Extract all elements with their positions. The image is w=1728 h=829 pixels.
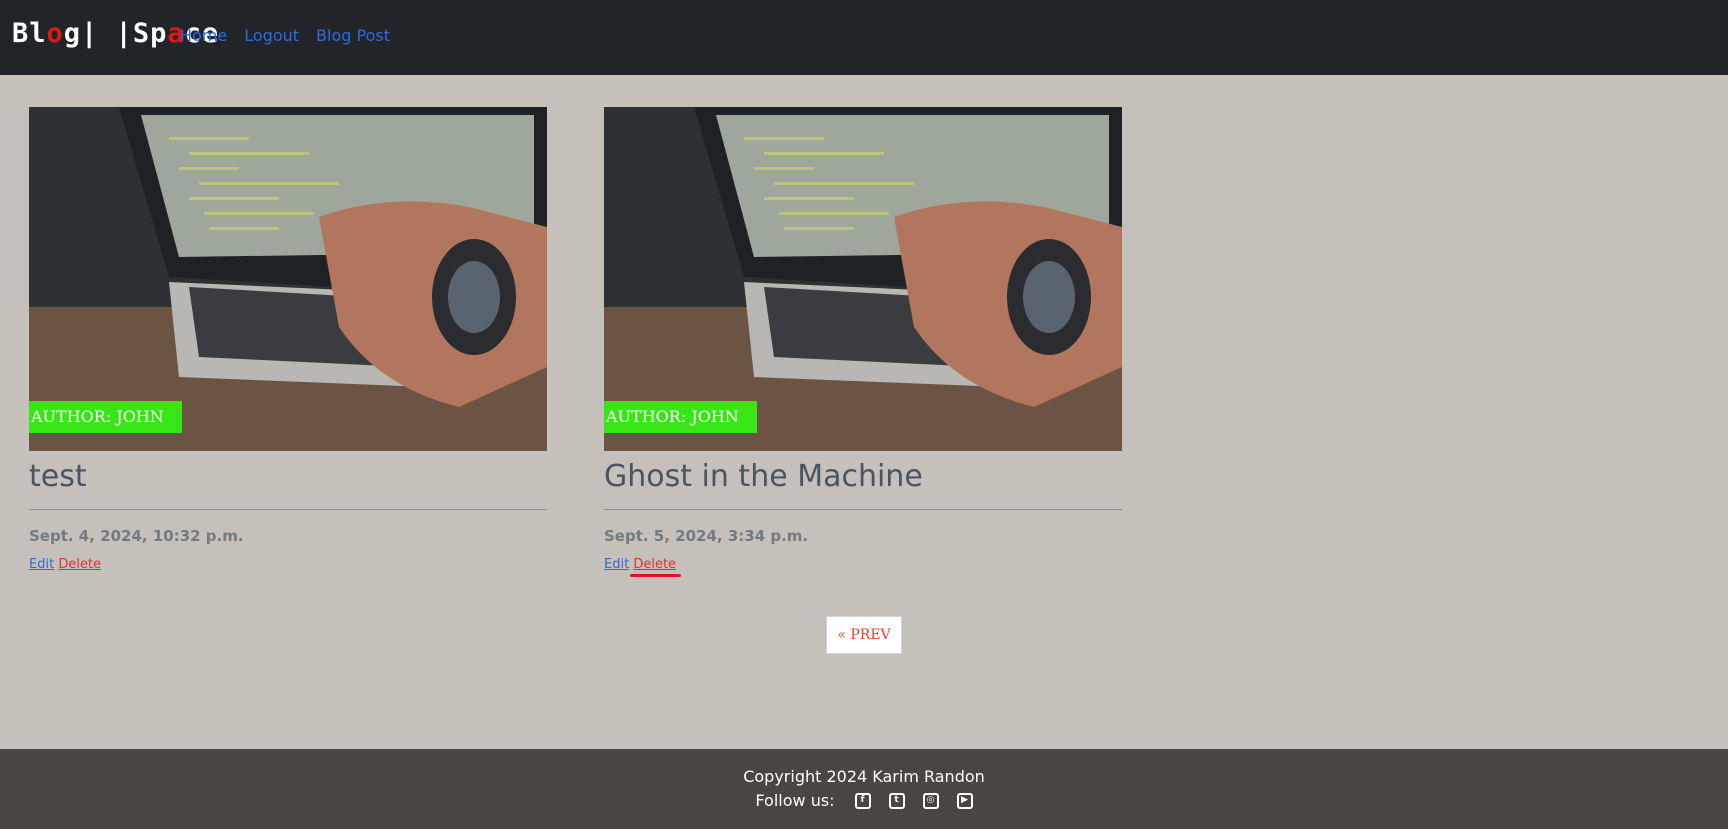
post-title[interactable]: Ghost in the Machine — [604, 455, 1122, 499]
delete-link[interactable]: Delete — [630, 557, 682, 577]
divider — [604, 509, 1122, 510]
post-actions: Edit Delete — [29, 557, 547, 572]
post-date: Sept. 5, 2024, 3:34 p.m. — [604, 527, 809, 545]
edit-link[interactable]: Edit — [604, 557, 629, 572]
post-card: AUTHOR: JOHN test Sept. 4, 2024, 10:32 p… — [29, 107, 547, 572]
nav-home-link[interactable]: Home — [180, 26, 227, 45]
post-title[interactable]: test — [29, 455, 547, 499]
instagram-icon[interactable]: ◎ — [922, 792, 939, 809]
divider — [29, 509, 547, 510]
twitter-icon[interactable]: t — [888, 792, 905, 809]
edit-link[interactable]: Edit — [29, 557, 54, 572]
facebook-icon[interactable]: f — [854, 792, 871, 809]
post-date: Sept. 4, 2024, 10:32 p.m. — [29, 527, 244, 545]
author-badge: AUTHOR: JOHN — [604, 401, 757, 433]
delete-underline-mark — [630, 574, 682, 577]
author-badge: AUTHOR: JOHN — [29, 401, 182, 433]
post-image[interactable]: AUTHOR: JOHN — [604, 107, 1122, 451]
nav-logout-link[interactable]: Logout — [244, 26, 299, 45]
footer: Copyright 2024 Karim Randon Follow us: f… — [0, 749, 1728, 829]
follow-label: Follow us: — [755, 791, 835, 810]
social-links: Follow us: f t ◎ ▶ — [0, 791, 1728, 810]
copyright-text: Copyright 2024 Karim Randon — [743, 767, 985, 786]
post-actions: Edit Delete — [604, 557, 1122, 577]
nav-links: Home Logout Blog Post — [180, 26, 390, 45]
post-image[interactable]: AUTHOR: JOHN — [29, 107, 547, 451]
delete-link[interactable]: Delete — [58, 557, 101, 572]
navbar: Blog| |Space Home Logout Blog Post — [0, 0, 1728, 75]
post-card: AUTHOR: JOHN Ghost in the Machine Sept. … — [604, 107, 1122, 577]
prev-page-button[interactable]: « PREV — [826, 616, 902, 654]
youtube-icon[interactable]: ▶ — [956, 792, 973, 809]
nav-blog-post-link[interactable]: Blog Post — [316, 26, 390, 45]
